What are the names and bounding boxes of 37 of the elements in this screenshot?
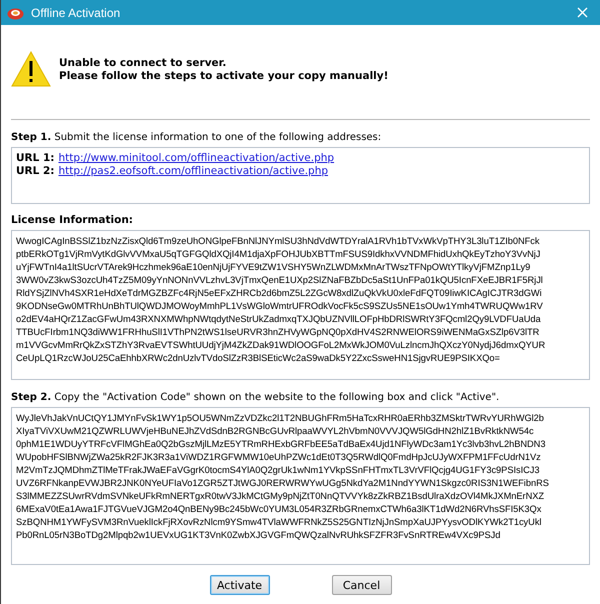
activation-code-line: WyJleVhJakVnUCtQY1JMYnFvSk1WY1p5OU5WNmZzVDZkc2l1T2NBUGhFRm5HaTcxRHR0aERhb3ZMSktrTWRvYURhWGl2b xyxy=(16,412,544,425)
window-title: Offline Activation xyxy=(31,6,122,20)
license-text-line: 3WW0vZ3kwS3ozcUh4TzZ5M09yYnNONnVVLzhvL3VjTmxQenE1UXp2SlZNaFBZbDc5aSt1UnFPa01kQU5IcnFXeEJBR1F5RjJl xyxy=(16,274,543,287)
license-text-line: ptbERkOTg1VjRmVytKdGlvVVMxaU5qTGFGQldXQjI4M1djaXpFOHJUbXBTTmFSUS9IdkhxVVNDMFhidUxhQkEyTzhoY3VvNjJ xyxy=(16,248,540,261)
warning-message: Please follow the steps to activate your copy manually! xyxy=(59,70,388,82)
warning-icon xyxy=(11,51,51,87)
activation-code-line: M2VmTzJQMDhmZTlMeTFrakJWaEFaVGgrK0tocmS4YlA0Q2grUk1wNm1YVkpSSnFHTmxTL3VrVFlQcjg4UG1FY3c9PSIsICJ3 xyxy=(16,464,540,477)
activate-button[interactable]: Activate xyxy=(210,575,270,595)
app-logo-icon xyxy=(7,6,24,20)
activation-code-line: XIyaTViVXUwM21QZWRLUWVjeHBuNEJhZVdSdnB2RGNBcGUvRlpaaWVYL2hVbmN0VVVJQW5lGdHN2hlZ1BvRktkNW54c xyxy=(16,425,534,438)
activation-code-line: 0phM1E1WDUyYTRFcVFlMGhEa0Q2bGszMjlLMzE5YTRmRHExbGRFbEE5aTdBaEx4Ujd1NFlyWDc3am1Yc3lvb3hvL2hBNDN3 xyxy=(16,438,546,451)
step-instruction: Step 2. Copy the "Activation Code" shown on the website to the following box and click "Active". xyxy=(11,392,500,403)
activation-code-line: 6MExaV0tEa1Awa1FJTGVueVJGM2o4QnBENy9Bc245bWc0YUM3L054R3ZRbGRnemxCTWh6a3lKT1dWd2N6RVhsSFI5K3Qx xyxy=(16,503,542,516)
license-text-line: m1VVGcvMmRrQkZxSTZhY3RvaEVTSWhtUUdjYjM4ZkZDak91WDlOOGFoL2MxWkJOM0VuLzlncmJhQXczY0NydjJ6dmxQYUR xyxy=(16,339,546,352)
license-text-line: uYjFWTnI4a1ltSUcrVTArek9Hczhmek96aE10enNjUjFYVE9tZW1VSHY5WnZLWDMxMnArTWszTFNpOWtYTlkyVjFMZnp1Ly9 xyxy=(16,261,530,274)
license-text-line: CeUpLQ1RzcWJoU25CaEhhbXRWc2dnUzlvTVdoSlZzR3BlSEticWc2aS9waDk5Y2ZxcSsweHN1SjgvRUE9PSIKXQo= xyxy=(16,352,500,365)
license-text-line: 9KODNseGw0MTRhUnBhTUlQWDJMOWoyMmhPL1VsWGloWmtrUFROdkVocFk5cS9SZUs5NE1sOUw1Ymh4TWRUQWw1RV xyxy=(16,300,543,313)
license-text-line: o2dEV4aHQrZ1ZacGFwUm43RXNXMWhpNWtqdytNeStrUkZadmxqTXJQbUZNVllLOFpHbDRlSWRtY3FQcml2Qy9LVDFUaUda xyxy=(16,313,541,326)
license-text-line: WwogICAgInBSSlZ1bzNzZisxQld6Tm9zeUhONGlpeFBnNlJNYmlSU3hNdVdWTDYralA1RVh1bTVxWkVpTHY3L3luT1ZIb0NFck xyxy=(16,235,540,248)
url-label: URL 1: xyxy=(16,152,54,165)
activation-code-line: WUpobHFSlBNWjZWa25kR2FJK3R3a1ViWDZ1RGFWMW10eUhPZWc1dEt0T3Q5RWdlQ0FmdHpJcUJyWXFPM1FFcUdrN1Vz xyxy=(16,451,541,464)
activation-code-field[interactable] xyxy=(11,407,590,565)
cancel-button[interactable]: Cancel xyxy=(332,575,392,595)
step-instruction: Step 1. Submit the license information to one of the following addresses: xyxy=(11,132,382,143)
activation-code-line: S3lMMEZZSUwrRVdmSVNkeUFkRmNERTgxR0twV3JkMCtGMy9pNjZtT0NnQTVVYk8zZkRBZ1BsdUlraXdzOVl4MkJXMnErNXZ xyxy=(16,490,544,503)
close-icon xyxy=(576,7,588,18)
activation-code-line: Pb0RnL05rN3BoTDg2Mlpqb2w1UEVxUG1KT3VnK0ZwbXJGVGFmQWQzalNvRUhkSFZFR3FvSnRTREw4VXc9PSJd xyxy=(16,529,500,542)
license-text-line: TTBUcFIrbm1NQ3diWW1FRHhuSlI1VThPN2tWS1lseURVR3hnZHVyWGpNQ0pXdHV4S2RNWElORS9iWENMaGxSZlp6V3lTR xyxy=(16,326,540,339)
license-field[interactable] xyxy=(11,230,590,380)
license-label: License Information: xyxy=(11,214,134,226)
url-label: URL 2: xyxy=(16,165,54,178)
license-text-line: RldYSjZlNVh4SXR1eHdXeTdrMGZBZFc4RjN5eEFxZHRCb2d6bmZ5L2ZGcW8xdlZuQkVkU0xleFdFQT09IiwKICAgICJTR3dGWi xyxy=(16,287,542,300)
warning-message: Unable to connect to server. xyxy=(59,56,228,68)
activation-code-line: SzBQNHM1YWFySVM3RnVueklIckFjRXovRzNlcm9YSmw4TVlaWWFRNkZ5S25GNTIzNjJnSmpXaUJPYysvODlKYWk2T1cyUkl xyxy=(16,516,542,529)
url-link[interactable]: http://pas2.eofsoft.com/offlineactivation/active.php xyxy=(58,165,328,178)
url-link[interactable]: http://www.minitool.com/offlineactivation/active.php xyxy=(58,152,334,165)
activation-code-line: UVZ6RFNkanpEVWJBR2JNK0NYeUFIaVo1ZGR5ZTJtWGJ0RERWRWYwUGg5NkdYa2M1NndYYWN1Skgzc0RIS3N1WEFibnRS xyxy=(16,477,549,490)
